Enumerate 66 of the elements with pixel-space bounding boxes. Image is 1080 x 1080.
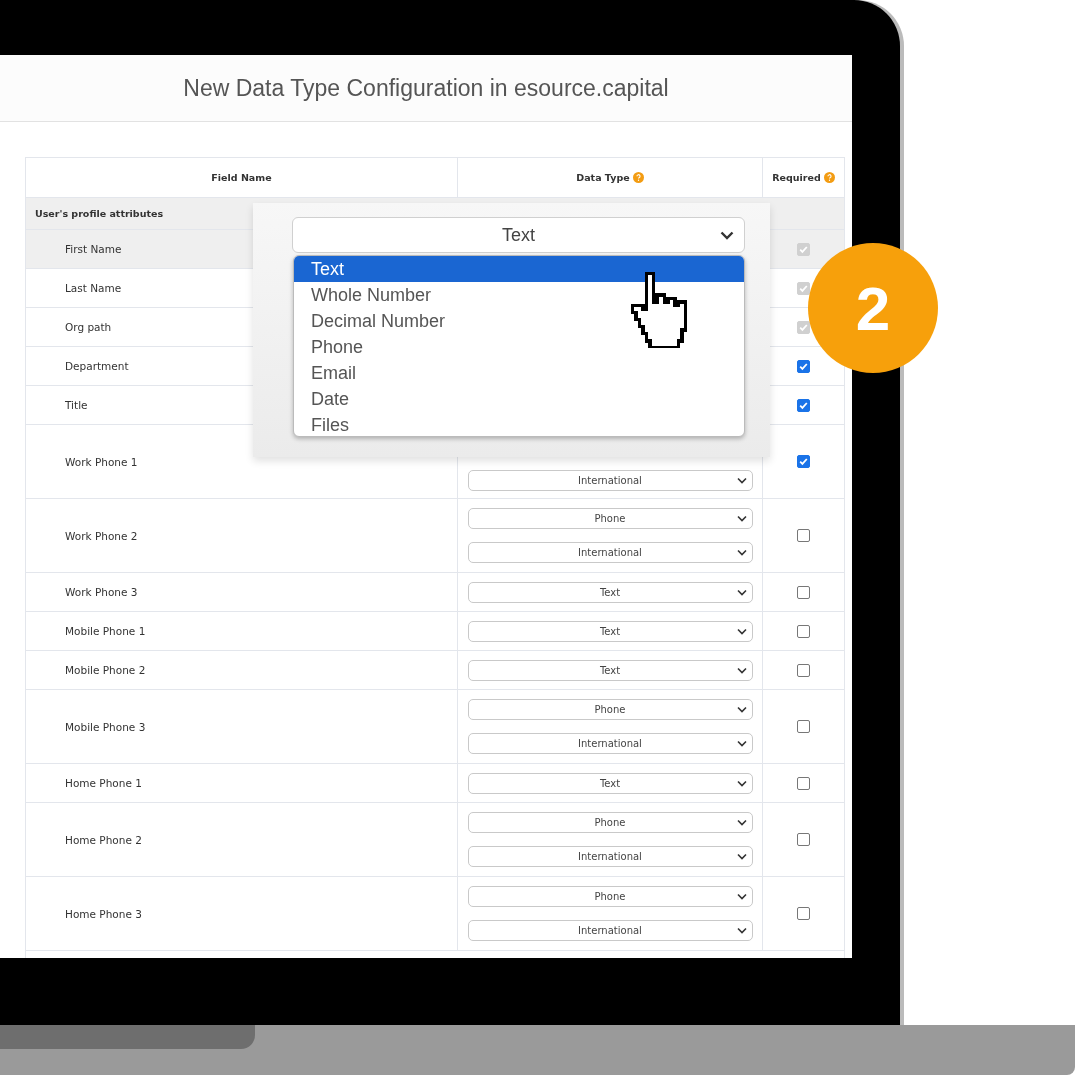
chevron-down-icon	[736, 588, 747, 596]
field-name: Work Phone 2	[65, 529, 138, 542]
section-label: User's profile attributes	[35, 208, 164, 219]
dropdown[interactable]: International	[467, 846, 753, 867]
dropdown[interactable]: Text	[467, 581, 753, 603]
column-header: Required	[772, 172, 821, 183]
field-name: Department	[65, 360, 129, 372]
dropdown[interactable]: International	[467, 542, 753, 563]
field-name: Home Phone 3	[65, 907, 142, 920]
chevron-down-icon	[736, 853, 747, 860]
field-name: Home Phone 2	[65, 833, 142, 846]
field-name: Mobile Phone 2	[65, 664, 146, 676]
checkbox[interactable]	[797, 776, 810, 790]
chevron-down-icon	[736, 779, 747, 787]
dropdown-option[interactable]: Date	[294, 386, 744, 412]
dropdown[interactable]: Phone	[467, 812, 753, 833]
dropdown-option[interactable]: Whole Number	[294, 282, 744, 308]
checkbox[interactable]	[797, 585, 810, 599]
chevron-down-icon	[736, 893, 747, 900]
checkbox[interactable]	[797, 833, 810, 846]
chevron-down-icon	[736, 740, 747, 747]
checkbox[interactable]	[797, 359, 810, 373]
dropdown[interactable]: Text	[292, 217, 745, 253]
dropdown[interactable]: International	[467, 733, 753, 754]
checkbox[interactable]	[797, 663, 810, 677]
field-name: Title	[65, 399, 88, 411]
chevron-down-icon	[736, 477, 747, 484]
chevron-down-icon	[736, 515, 747, 522]
dropdown-option[interactable]: Phone	[294, 334, 744, 360]
checkbox[interactable]	[797, 529, 810, 542]
column-header: Data Type	[576, 172, 630, 183]
chevron-down-icon	[736, 819, 747, 826]
chevron-down-icon	[736, 927, 747, 934]
field-name: Mobile Phone 1	[65, 625, 146, 637]
field-name: Work Phone 1	[65, 455, 138, 468]
field-name: Last Name	[65, 282, 122, 294]
column-header: Field Name	[211, 172, 272, 183]
field-name: Work Phone 3	[65, 586, 138, 598]
chevron-down-icon	[736, 666, 747, 674]
chevron-down-icon	[720, 231, 734, 240]
checkbox[interactable]	[797, 907, 810, 920]
chevron-down-icon	[736, 706, 747, 713]
dropdown-option[interactable]: Email	[294, 360, 744, 386]
hand-cursor-icon	[629, 270, 689, 348]
checkbox[interactable]	[797, 398, 810, 412]
dropdown[interactable]: Text	[467, 620, 753, 642]
checkbox[interactable]	[797, 720, 810, 733]
dropdown[interactable]: International	[467, 470, 753, 491]
dropdown[interactable]: Phone	[467, 699, 753, 720]
dropdown[interactable]: Text	[467, 659, 753, 681]
checkbox[interactable]	[797, 624, 810, 638]
field-name: Org path	[65, 321, 112, 333]
dropdown-option[interactable]: Text	[294, 256, 744, 282]
dropdown[interactable]: Text	[467, 772, 753, 794]
checkbox[interactable]	[797, 455, 810, 468]
chevron-down-icon	[736, 549, 747, 556]
dropdown-option[interactable]: Decimal Number	[294, 308, 744, 334]
field-name: Mobile Phone 3	[65, 720, 146, 733]
dropdown[interactable]: Phone	[467, 886, 753, 907]
dropdown[interactable]: Phone	[467, 508, 753, 529]
dropdown[interactable]: International	[467, 920, 753, 941]
field-name: First Name	[65, 243, 122, 255]
page-title: New Data Type Configuration in esource.capital	[183, 74, 669, 102]
chevron-down-icon	[736, 627, 747, 635]
dropdown-option[interactable]: Files	[294, 412, 744, 436]
field-name: Home Phone 1	[65, 777, 142, 789]
